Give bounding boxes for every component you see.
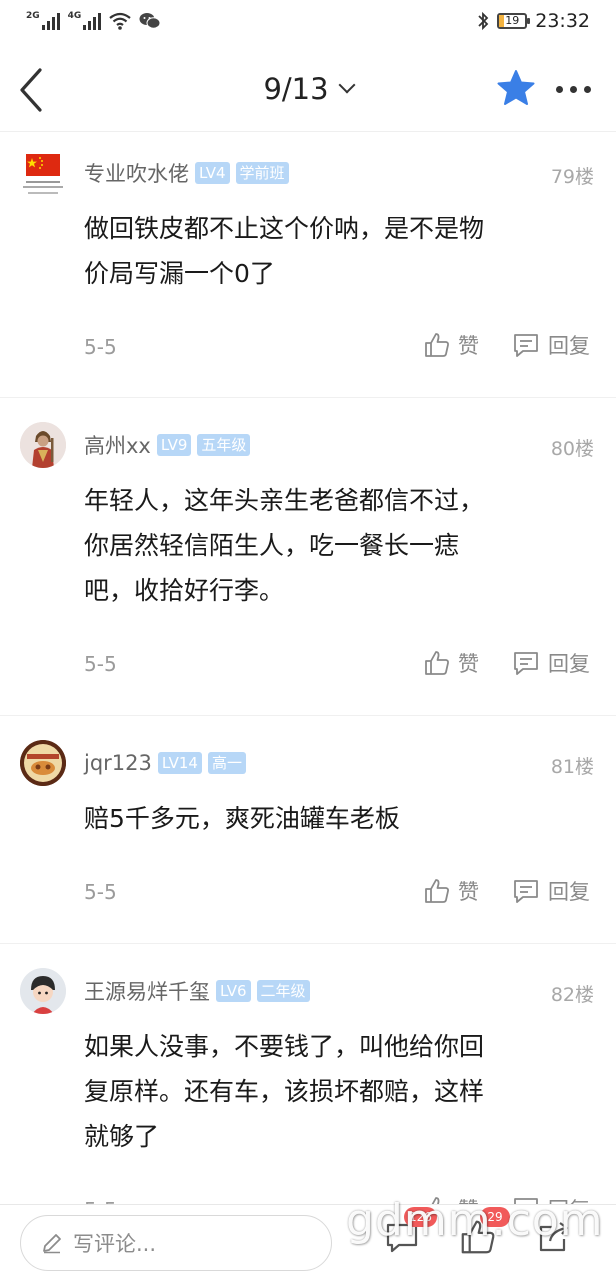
comment-line: 做回铁皮都不止这个价呐，是不是物 — [84, 214, 485, 243]
comment-meta: 高州xx LV9 五年级 — [84, 430, 251, 460]
thumbs-up-icon — [425, 879, 449, 903]
chevron-down-icon — [338, 76, 356, 94]
level-badge: LV6 — [216, 980, 251, 1002]
username[interactable]: 专业吹水佬 — [84, 158, 189, 188]
comment-item: 王源易烊千玺 LV6 二年级 82楼 如果人没事，不要钱了，叫他给你回 复原样。… — [0, 944, 616, 1222]
level-badge: LV9 — [156, 434, 192, 456]
like-label: 赞 — [458, 652, 479, 676]
comment-line: 就够了 — [84, 1122, 160, 1151]
network-4g-label: 4G — [67, 11, 82, 21]
clock: 23:32 — [535, 10, 590, 32]
signal-group: 2G 4G — [26, 12, 161, 30]
like-button[interactable]: 赞 — [424, 330, 479, 360]
status-right: 19 23:32 — [477, 10, 590, 32]
status-bar: 2G 4G 19 23:32 — [0, 0, 616, 48]
figure-avatar[interactable] — [20, 422, 66, 468]
reply-button[interactable]: 回复 — [512, 648, 590, 678]
like-button[interactable]: 赞 — [424, 876, 479, 906]
comment-date: 5-5 — [84, 652, 117, 676]
signal-bars-icon — [41, 12, 60, 30]
comment-text: 赔5千多元，爽死油罐车老板 — [84, 796, 564, 841]
level-badge: LV4 — [195, 162, 230, 184]
comment-line: 赔5千多元，爽死油罐车老板 — [84, 804, 400, 833]
comment-date: 5-5 — [84, 335, 117, 359]
comment-input-placeholder: 写评论... — [73, 1232, 157, 1256]
comment-line: 你居然轻信陌生人，吃一餐长一痣 — [84, 531, 460, 560]
thumbs-up-icon — [425, 651, 449, 675]
signal-2g: 2G — [26, 12, 60, 30]
comment-meta: jqr123 LV14 高一 — [84, 748, 246, 778]
more-options-icon[interactable] — [556, 86, 591, 93]
comment-bubble-icon — [514, 880, 538, 903]
battery-level: 19 — [505, 14, 520, 27]
comment-date: 5-5 — [84, 880, 117, 904]
wifi-icon — [109, 12, 131, 30]
like-label: 赞 — [458, 334, 479, 358]
china-flag-avatar[interactable] — [20, 154, 66, 200]
comment-line: 年轻人，这年头亲生老爸都信不过， — [84, 486, 485, 515]
comment-bubble-icon — [514, 334, 538, 357]
comment-text: 年轻人，这年头亲生老爸都信不过， 你居然轻信陌生人，吃一餐长一痣 吧，收拾好行李… — [84, 478, 564, 613]
floor-number: 80楼 — [550, 438, 594, 460]
comment-line: 吧，收拾好行李。 — [84, 576, 285, 605]
rank-badge: 五年级 — [197, 434, 251, 456]
username[interactable]: jqr123 — [84, 751, 152, 775]
floor-number: 79楼 — [550, 166, 594, 188]
reply-button[interactable]: 回复 — [512, 876, 590, 906]
comment-line: 如果人没事，不要钱了，叫他给你回 — [84, 1032, 485, 1061]
signal-4g: 4G — [68, 12, 102, 30]
battery-icon: 19 — [497, 13, 531, 29]
comment-item: 高州xx LV9 五年级 80楼 年轻人，这年头亲生老爸都信不过， 你居然轻信陌… — [0, 398, 616, 716]
comment-text: 做回铁皮都不止这个价呐，是不是物 价局写漏一个0了 — [84, 206, 564, 296]
floor-number: 81楼 — [550, 756, 594, 778]
comment-line: 价局写漏一个0了 — [84, 259, 275, 288]
emblem-avatar[interactable] — [20, 740, 66, 786]
like-button[interactable]: 赞 — [424, 648, 479, 678]
level-badge: LV14 — [157, 752, 202, 774]
reply-label: 回复 — [548, 652, 590, 676]
rank-badge: 高一 — [207, 752, 246, 774]
network-2g-label: 2G — [26, 11, 40, 21]
wechat-icon — [139, 13, 161, 29]
pencil-icon — [43, 1234, 61, 1254]
comment-meta: 王源易烊千玺 LV6 二年级 — [84, 976, 310, 1006]
reply-label: 回复 — [548, 880, 590, 904]
rank-badge: 二年级 — [256, 980, 310, 1002]
floor-number: 82楼 — [550, 984, 594, 1006]
page-indicator-text: 9/13 — [263, 72, 329, 106]
reply-label: 回复 — [548, 334, 590, 358]
comment-bubble-icon — [514, 652, 538, 675]
comment-item: jqr123 LV14 高一 81楼 赔5千多元，爽死油罐车老板 5-5 赞 回… — [0, 716, 616, 944]
rank-badge: 学前班 — [235, 162, 289, 184]
comment-input[interactable]: 写评论... — [20, 1215, 332, 1271]
username[interactable]: 高州xx — [84, 430, 151, 460]
reply-button[interactable]: 回复 — [512, 330, 590, 360]
username[interactable]: 王源易烊千玺 — [84, 976, 210, 1006]
favorite-star-icon[interactable] — [496, 68, 536, 108]
like-label: 赞 — [458, 880, 479, 904]
bluetooth-icon — [478, 11, 489, 31]
thumbs-up-icon — [425, 333, 449, 357]
signal-bars-icon — [83, 12, 102, 30]
comment-item: 专业吹水佬 LV4 学前班 79楼 做回铁皮都不止这个价呐，是不是物 价局写漏一… — [0, 132, 616, 398]
top-nav-bar: 9/13 — [0, 48, 616, 132]
comment-meta: 专业吹水佬 LV4 学前班 — [84, 158, 289, 188]
watermark: gdmm.com — [346, 1195, 604, 1246]
cartoon-avatar[interactable] — [20, 968, 66, 1014]
comment-line: 复原样。还有车，该损坏都赔，这样 — [84, 1077, 485, 1106]
comment-text: 如果人没事，不要钱了，叫他给你回 复原样。还有车，该损坏都赔，这样 就够了 — [84, 1024, 564, 1159]
